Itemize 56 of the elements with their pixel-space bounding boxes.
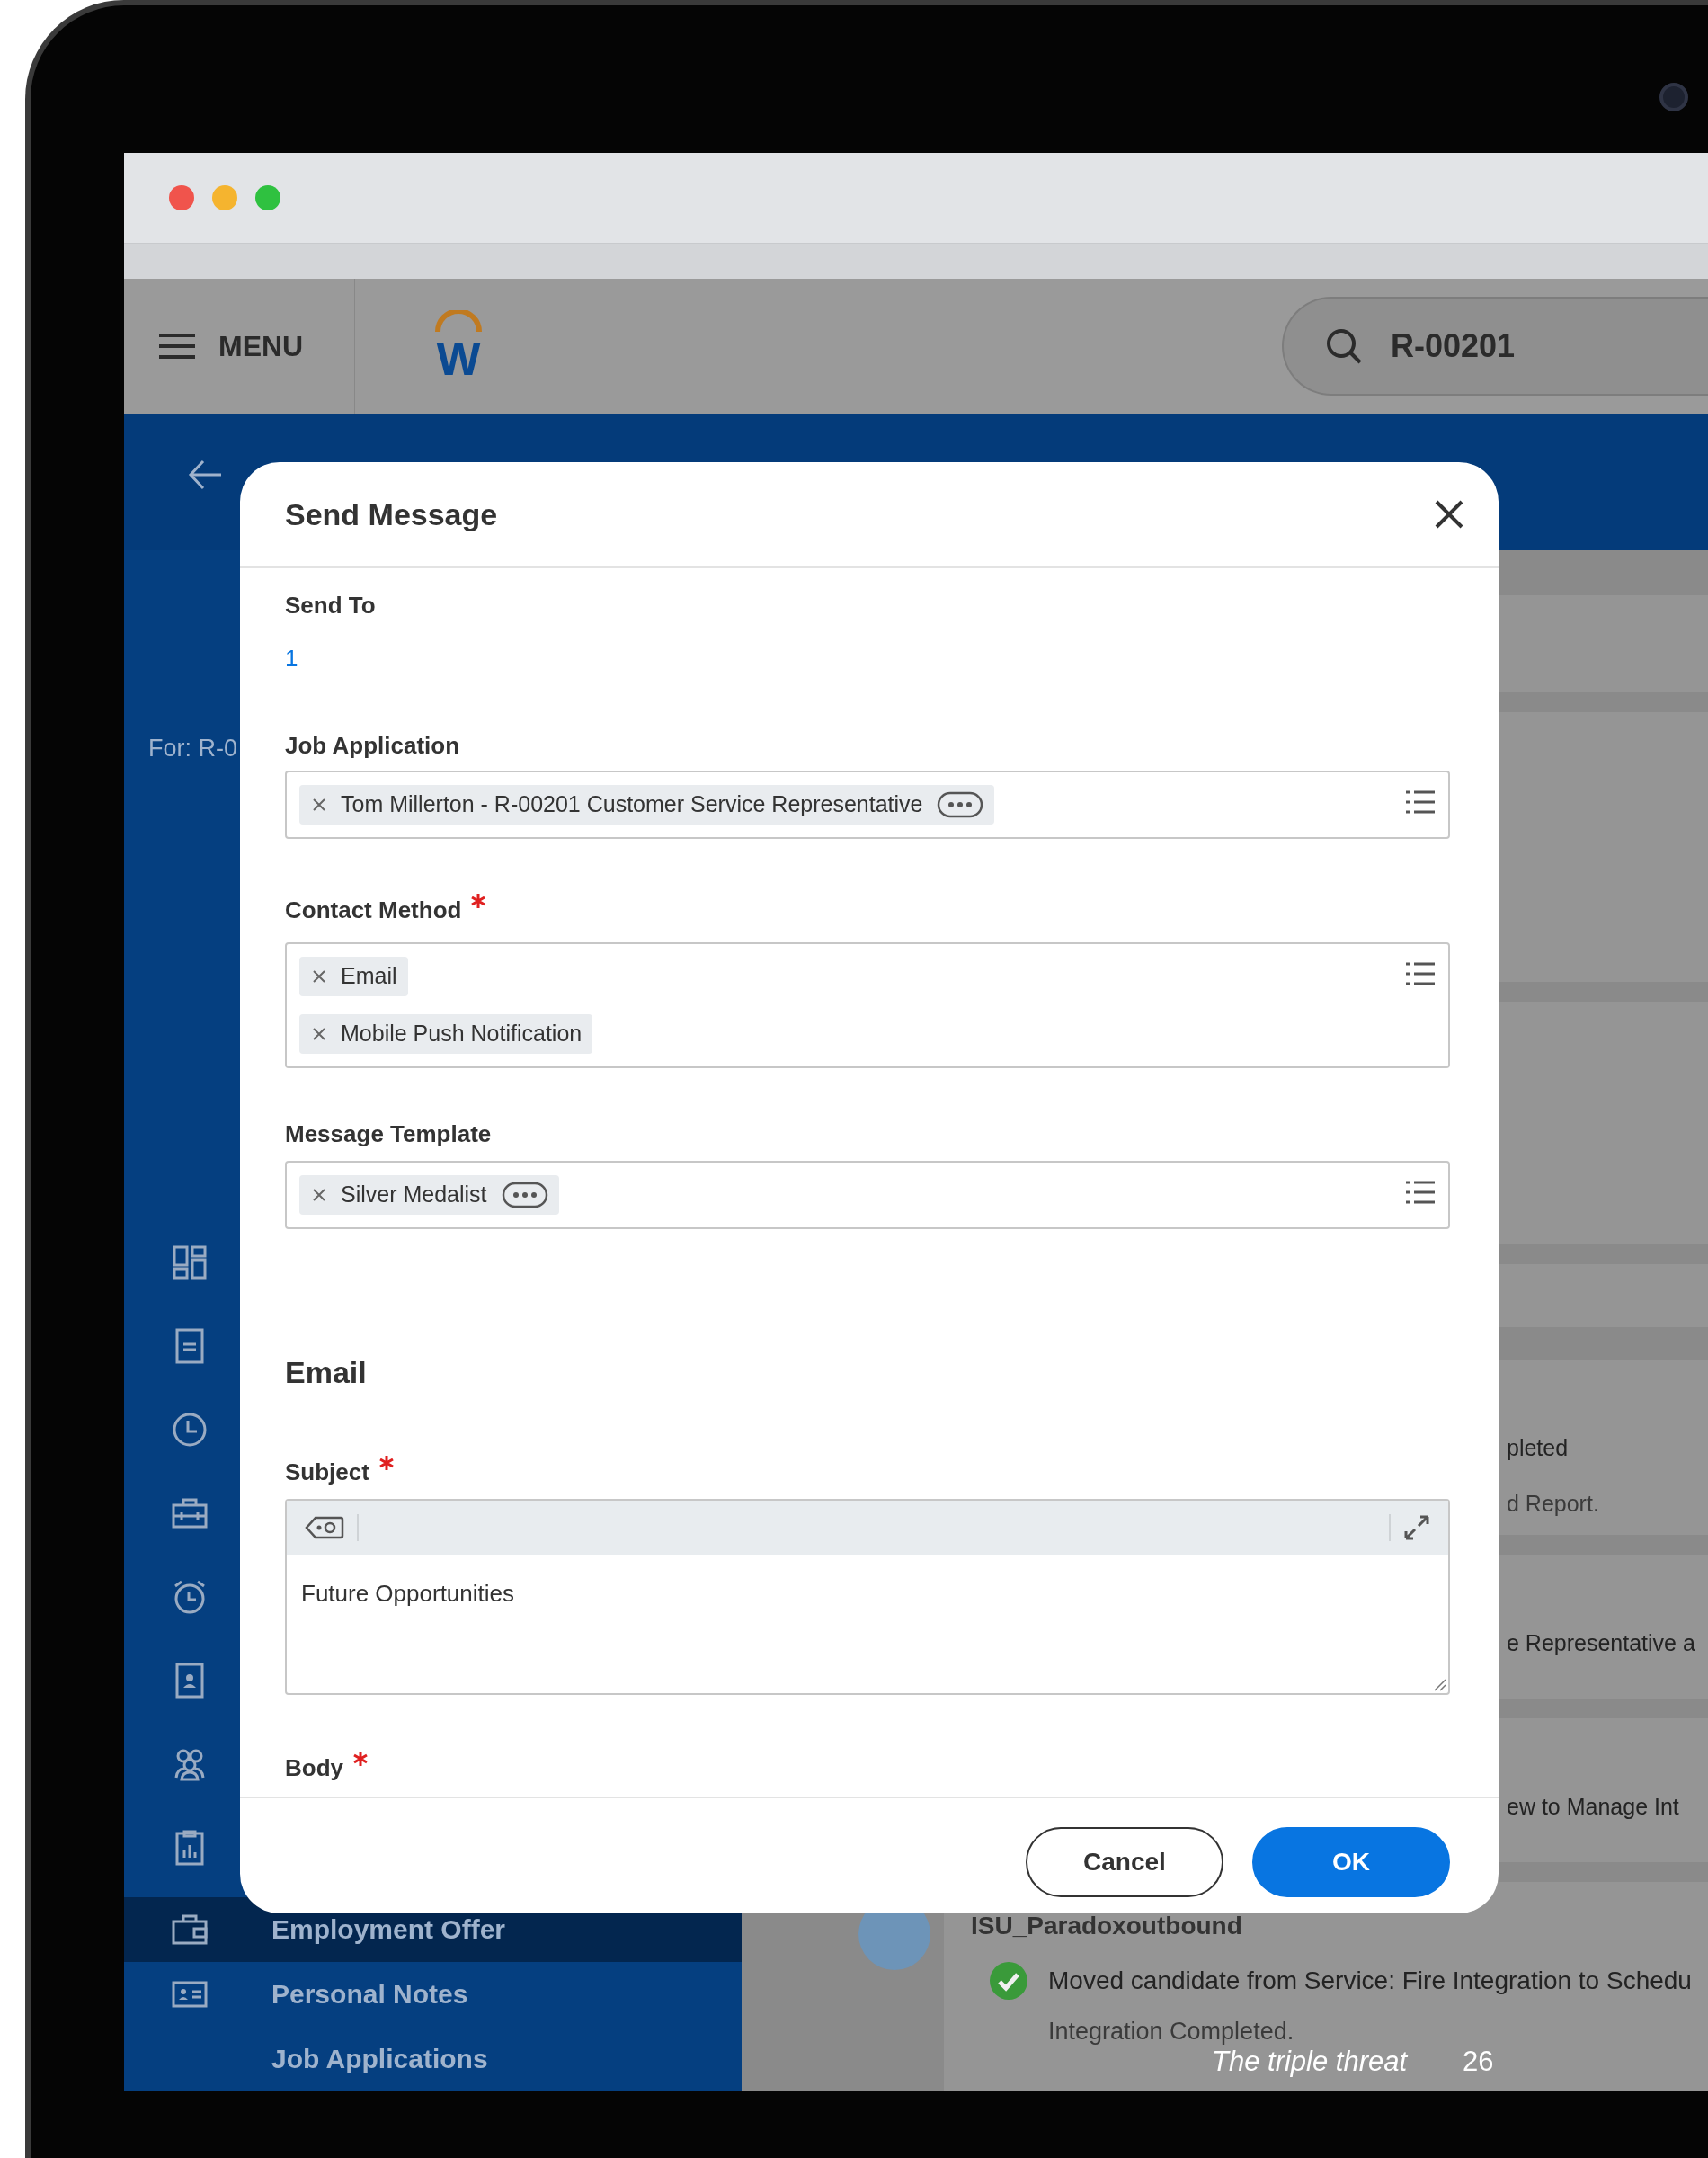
sidebar-item-label: Personal Notes [271,1978,468,2011]
section-heading: Email [285,1354,368,1391]
card-text: pleted [1507,1434,1570,1462]
cancel-button[interactable]: Cancel [1026,1827,1223,1897]
activity-message: Moved candidate from Service: Fire Integration to Schedu [1048,1966,1692,1996]
remove-icon[interactable] [312,969,326,984]
required-icon [378,1455,395,1471]
selected-token[interactable]: Silver Medalist [299,1175,559,1215]
recipient-count-link[interactable]: 1 [285,641,298,676]
expand-icon[interactable] [1403,1514,1430,1541]
subject-text: Future Opportunities [301,1579,515,1609]
activity-title: ISU_Paradoxoutbound [971,1911,1243,1941]
sidebar-item-label: Job Applications [271,2043,488,2075]
sidebar-item-label: Employment Offer [271,1913,506,1946]
card-text: e Representative a [1507,1629,1696,1657]
required-icon [352,1751,369,1767]
ok-button[interactable]: OK [1252,1827,1450,1897]
close-icon[interactable] [1434,499,1464,530]
field-label: Contact Method [285,896,462,925]
for-label: For: R-0 [148,734,237,763]
search-field[interactable]: R-00201 [1282,297,1708,396]
page-number: 26 [1463,2045,1494,2079]
field-label: Message Template [285,1119,492,1149]
card-text: ew to Manage Int [1507,1793,1680,1821]
logo: W [427,310,490,382]
menu-icon [157,332,197,361]
field-label: Job Application [285,731,460,761]
search-icon [1324,326,1364,366]
more-options-icon[interactable] [501,1182,548,1208]
remove-icon[interactable] [312,1188,326,1202]
selected-token[interactable]: Mobile Push Notification [299,1014,593,1054]
list-icon[interactable] [1405,1179,1436,1206]
card-detail: d Report. [1507,1489,1600,1518]
selected-token[interactable]: Tom Millerton - R-00201 Customer Service Representative [299,785,995,825]
field-label: Body [285,1753,343,1783]
remove-icon[interactable] [312,798,326,812]
field-label: Subject [285,1458,369,1487]
subject-editor[interactable]: Future Opportunities [285,1499,1450,1695]
resize-handle-icon[interactable] [1432,1677,1446,1691]
token-field[interactable]: Tom Millerton - R-00201 Customer Service Representative [285,771,1450,839]
more-options-icon[interactable] [937,791,984,818]
dialog-title: Send Message [285,495,498,533]
remove-icon[interactable] [312,1027,326,1041]
back-arrow-icon[interactable] [187,459,223,491]
selected-token[interactable]: Email [299,957,408,996]
list-icon[interactable] [1405,960,1436,987]
list-icon[interactable] [1405,789,1436,816]
activity-status: Integration Completed. [1047,2017,1295,2047]
footer-title: The triple threat [1212,2045,1408,2079]
token-field[interactable]: Silver Medalist [285,1161,1450,1229]
check-circle-icon [989,1961,1028,2001]
required-icon [470,893,487,909]
close-window-button[interactable] [169,185,194,210]
token-field[interactable]: Email Mobile Push Notification [285,942,1450,1068]
field-label: Send To [285,591,376,620]
tag-icon[interactable] [305,1516,344,1539]
